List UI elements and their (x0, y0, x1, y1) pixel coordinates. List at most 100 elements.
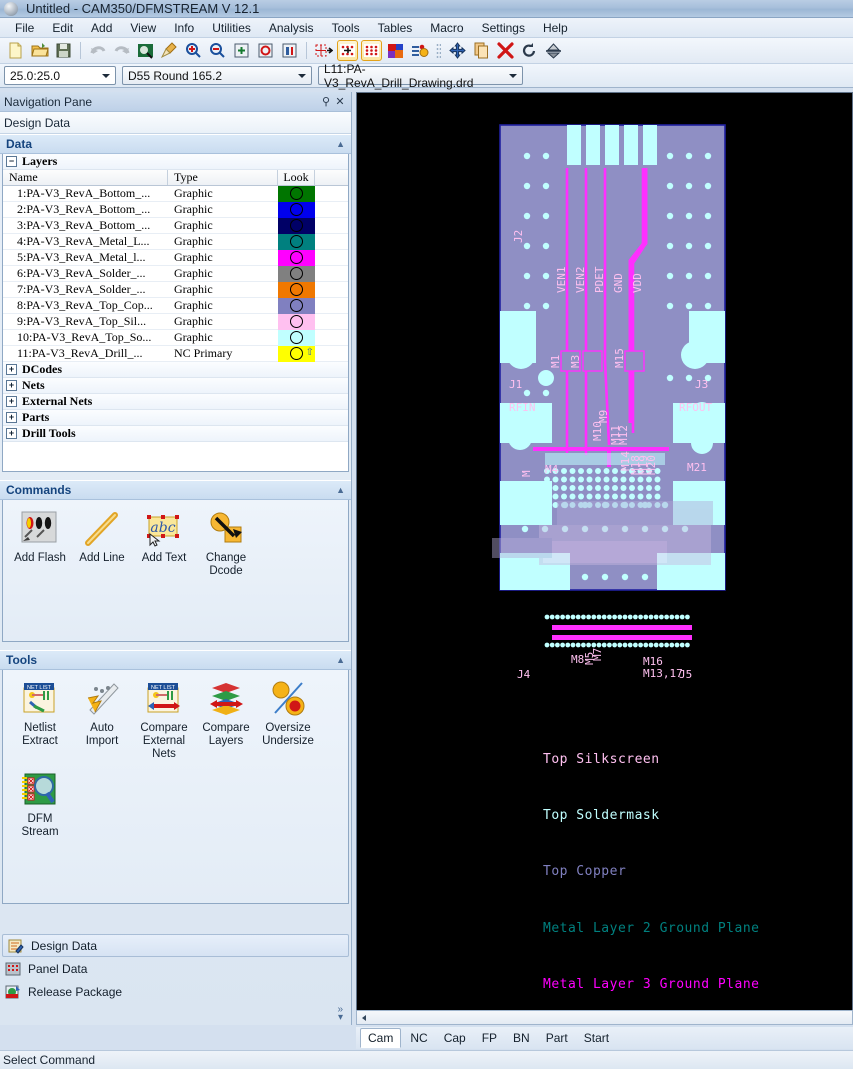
bottom-tab-bar[interactable]: Cam NC Cap FP BN Part Start (356, 1027, 853, 1049)
layer-row[interactable]: 11:PA-V3_RevA_Drill_... NC Primary ⇧ (3, 345, 348, 362)
menu-utilities[interactable]: Utilities (203, 19, 260, 37)
menu-macro[interactable]: Macro (421, 19, 472, 37)
menu-edit[interactable]: Edit (43, 19, 82, 37)
layer-row[interactable]: 8:PA-V3_RevA_Top_Cop... Graphic (3, 297, 348, 314)
chevron-down-icon[interactable] (98, 68, 113, 83)
color-layers-icon[interactable] (385, 40, 406, 61)
navpane-overflow-button[interactable]: » ▾ (0, 1003, 351, 1025)
menu-file[interactable]: File (6, 19, 43, 37)
coordinate-combobox[interactable]: 25.0:25.0 (4, 66, 116, 85)
expand-expander-icon[interactable]: + (6, 428, 17, 439)
chevron-down-icon[interactable] (506, 68, 520, 83)
chevron-up-icon[interactable]: ▲ (336, 139, 345, 149)
add-line-button[interactable]: Add Line (73, 508, 131, 578)
coordinate-toolbar[interactable]: 25.0:25.0 D55 Round 165.2 L11:PA-V3_RevA… (0, 62, 853, 90)
save-icon[interactable] (53, 40, 74, 61)
layer-row[interactable]: 9:PA-V3_RevA_Top_Sil... Graphic (3, 313, 348, 330)
layer-row[interactable]: 4:PA-V3_RevA_Metal_L... Graphic (3, 233, 348, 250)
layer-combobox[interactable]: L11:PA-V3_RevA_Drill_Drawing.drd (318, 62, 523, 90)
nav-release-package[interactable]: Release Package (0, 980, 351, 1003)
data-tree-panel[interactable]: − Layers Name Type Look 1:PA-V3_RevA_Bot… (2, 154, 349, 472)
tools-grid[interactable]: NET LIST Netlist Extract Auto Import NET… (3, 670, 348, 769)
layer-row[interactable]: 2:PA-V3_RevA_Bottom_... Graphic (3, 201, 348, 218)
auto-import-button[interactable]: Auto Import (73, 678, 131, 761)
close-icon[interactable]: ✕ (333, 95, 347, 109)
collapse-expander-icon[interactable]: − (6, 156, 17, 167)
column-header-type[interactable]: Type (168, 170, 278, 185)
layer-color-swatch[interactable] (278, 217, 315, 234)
move-origin-icon[interactable] (313, 40, 334, 61)
chevron-up-icon[interactable]: ▲ (336, 655, 345, 665)
mirror-icon[interactable] (543, 40, 564, 61)
undo-icon[interactable] (87, 40, 108, 61)
data-tree-row[interactable]: + Drill Tools (3, 426, 348, 442)
menu-add[interactable]: Add (82, 19, 121, 37)
add-flash-button[interactable]: Add Flash (11, 508, 69, 578)
expand-expander-icon[interactable]: + (6, 396, 17, 407)
chevron-down-icon[interactable] (294, 68, 309, 83)
oversize-undersize-button[interactable]: Oversize Undersize (259, 678, 317, 761)
menu-info[interactable]: Info (165, 19, 203, 37)
rotate-icon[interactable] (519, 40, 540, 61)
data-tree-row[interactable]: + Nets (3, 378, 348, 394)
layer-row[interactable]: 5:PA-V3_RevA_Metal_l... Graphic (3, 249, 348, 266)
expand-expander-icon[interactable]: + (6, 364, 17, 375)
tab-part[interactable]: Part (539, 1029, 575, 1047)
layer-color-swatch[interactable] (278, 233, 315, 250)
nav-design-data[interactable]: Design Data (2, 934, 349, 957)
column-header-name[interactable]: Name (3, 170, 168, 185)
tab-cap[interactable]: Cap (437, 1029, 473, 1047)
data-tree-row[interactable]: + DCodes (3, 362, 348, 378)
query-icon[interactable] (135, 40, 156, 61)
nav-panel-data[interactable]: Panel Data (0, 957, 351, 980)
zoom-out-icon[interactable] (207, 40, 228, 61)
menu-help[interactable]: Help (534, 19, 577, 37)
layer-color-swatch[interactable] (278, 185, 315, 202)
zoom-in-icon[interactable] (183, 40, 204, 61)
tab-nc[interactable]: NC (403, 1029, 434, 1047)
layer-color-swatch[interactable] (278, 329, 315, 346)
pcb-canvas[interactable]: J1 RFIN J3 RFOUT J2 J4 J5 VEN1 VEN2 PDET… (357, 93, 852, 1024)
move-icon[interactable] (447, 40, 468, 61)
composites-icon[interactable] (409, 40, 430, 61)
data-tree-row[interactable]: + External Nets (3, 394, 348, 410)
commands-panel[interactable]: Add Flash Add Line abc Add Text Change D… (2, 500, 349, 642)
zoom-previous-icon[interactable] (279, 40, 300, 61)
menu-tables[interactable]: Tables (369, 19, 422, 37)
menu-bar[interactable]: File Edit Add View Info Utilities Analys… (0, 18, 853, 38)
navigation-mode-list[interactable]: Design Data Panel Data Release Package »… (0, 934, 351, 1025)
redo-icon[interactable] (111, 40, 132, 61)
expand-expander-icon[interactable]: + (6, 380, 17, 391)
main-toolbar[interactable] (0, 38, 853, 64)
add-text-button[interactable]: abc Add Text (135, 508, 193, 578)
commands-section-header[interactable]: Commands ▲ (0, 480, 351, 500)
zoom-window-icon[interactable] (231, 40, 252, 61)
layer-row[interactable]: 10:PA-V3_RevA_Top_So... Graphic (3, 329, 348, 346)
data-tree-row[interactable]: + Parts (3, 410, 348, 426)
dfm-stream-button[interactable]: DFM Stream (11, 769, 69, 839)
menu-tools[interactable]: Tools (323, 19, 369, 37)
data-section-header[interactable]: Data ▲ (0, 134, 351, 154)
change-dcode-button[interactable]: Change Dcode (197, 508, 255, 578)
layer-color-swatch[interactable] (278, 249, 315, 266)
clean-icon[interactable] (159, 40, 180, 61)
display-flashes-icon[interactable] (361, 40, 382, 61)
layer-row[interactable]: 1:PA-V3_RevA_Bottom_... Graphic (3, 185, 348, 202)
layer-color-swatch[interactable]: ⇧ (278, 345, 315, 362)
tab-cam[interactable]: Cam (360, 1028, 402, 1048)
dfm-grid[interactable]: DFM Stream (3, 769, 348, 847)
dcode-combobox[interactable]: D55 Round 165.2 (122, 66, 312, 85)
cam-canvas-container[interactable]: J1 RFIN J3 RFOUT J2 J4 J5 VEN1 VEN2 PDET… (356, 92, 853, 1025)
zoom-fit-icon[interactable] (255, 40, 276, 61)
tools-panel[interactable]: NET LIST Netlist Extract Auto Import NET… (2, 670, 349, 904)
menu-settings[interactable]: Settings (473, 19, 534, 37)
layer-row[interactable]: 3:PA-V3_RevA_Bottom_... Graphic (3, 217, 348, 234)
chevron-down-icon[interactable]: ▾ (338, 1013, 343, 1023)
canvas-hscrollbar[interactable] (356, 1010, 853, 1025)
layer-color-swatch[interactable] (278, 201, 315, 218)
new-file-icon[interactable] (5, 40, 26, 61)
layers-list[interactable]: 1:PA-V3_RevA_Bottom_... Graphic 2:PA-V3_Re… (3, 185, 348, 362)
compare-layers-button[interactable]: Compare Layers (197, 678, 255, 761)
netlist-extract-button[interactable]: NET LIST Netlist Extract (11, 678, 69, 761)
copy-icon[interactable] (471, 40, 492, 61)
